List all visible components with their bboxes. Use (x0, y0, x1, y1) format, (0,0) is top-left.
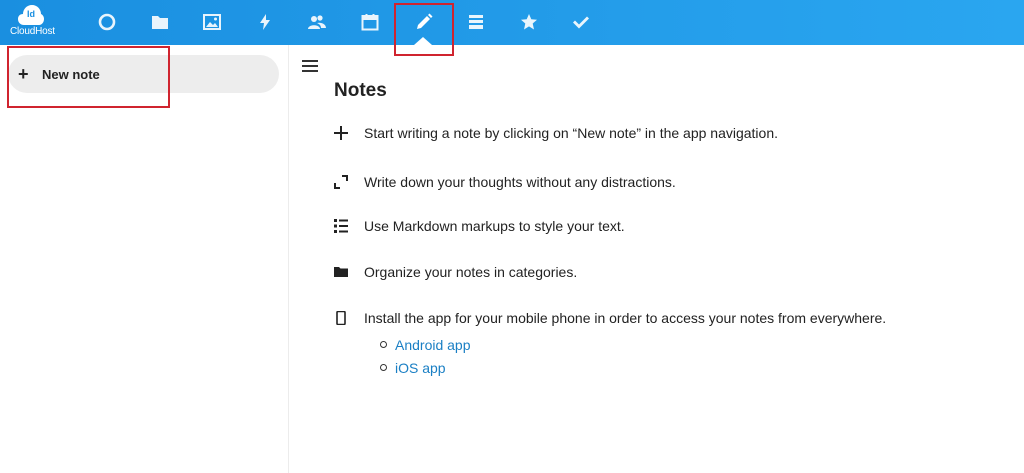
feature-item: Use Markdown markups to style your text. (334, 215, 625, 237)
app-activity[interactable] (250, 8, 280, 36)
fullscreen-icon (334, 173, 364, 191)
app-dashboard[interactable] (92, 8, 122, 36)
feature-item: Install the app for your mobile phone in… (334, 307, 886, 329)
page-title: Notes (334, 80, 387, 101)
logo-mono: Id (27, 9, 35, 19)
menu-icon[interactable] (302, 60, 318, 74)
files-icon (152, 16, 168, 29)
logo-text: CloudHost (10, 26, 55, 37)
folder-icon (334, 263, 364, 281)
dashboard-icon (98, 13, 116, 31)
photos-icon (203, 14, 221, 30)
app-links-list: Android app iOS app (380, 333, 471, 379)
app-bookmarks[interactable] (514, 8, 544, 36)
bullet-icon (380, 364, 387, 371)
feature-text: Use Markdown markups to style your text. (364, 218, 625, 234)
list-item: Android app (380, 333, 471, 356)
app-contacts[interactable] (302, 8, 332, 36)
deck-icon (469, 15, 483, 29)
feature-item: Write down your thoughts without any dis… (334, 171, 676, 193)
app-photos[interactable] (197, 8, 227, 36)
android-app-link[interactable]: Android app (395, 337, 471, 353)
phone-icon (334, 309, 364, 327)
list-icon (334, 217, 364, 235)
calendar-icon (361, 14, 379, 31)
feature-item: Start writing a note by clicking on “New… (334, 122, 778, 144)
active-app-highlight (394, 3, 454, 56)
new-note-highlight (7, 46, 170, 108)
cloudhost-logo[interactable]: Id CloudHost (10, 4, 55, 40)
app-tasks[interactable] (566, 8, 596, 36)
plus-icon (334, 124, 364, 142)
feature-text: Install the app for your mobile phone in… (364, 310, 887, 326)
feature-text: Write down your thoughts without any dis… (364, 174, 676, 190)
app-navigation: + New note (0, 45, 289, 473)
app-calendar[interactable] (355, 8, 385, 36)
ios-app-link[interactable]: iOS app (395, 360, 446, 376)
feature-item: Organize your notes in categories. (334, 261, 577, 283)
feature-text: Organize your notes in categories. (364, 264, 578, 280)
contacts-icon (308, 15, 326, 29)
feature-text: Start writing a note by clicking on “New… (364, 125, 779, 141)
tasks-icon (573, 16, 589, 29)
app-deck[interactable] (461, 8, 491, 36)
bullet-icon (380, 341, 387, 348)
app-files[interactable] (145, 8, 175, 36)
app-header: Id CloudHost (0, 0, 1024, 45)
bookmarks-icon (521, 14, 537, 30)
activity-icon (260, 14, 270, 30)
list-item: iOS app (380, 356, 471, 379)
